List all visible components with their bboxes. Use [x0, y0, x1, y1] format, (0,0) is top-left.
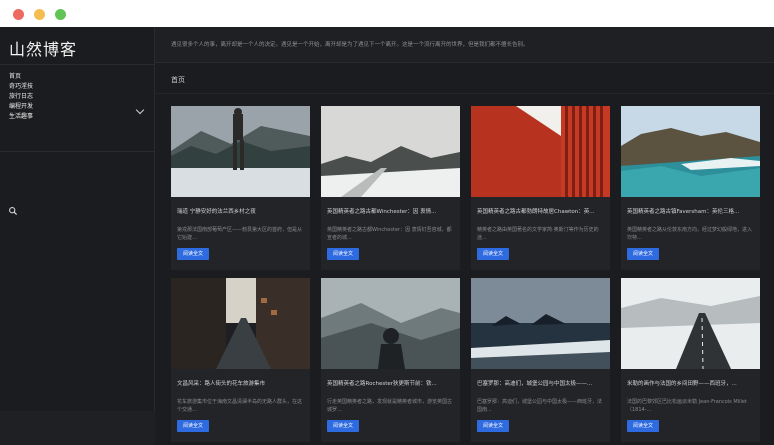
sidebar: 山然博客 首页 奇巧淫技 旅行日志 编程开发 生活趣事: [0, 27, 155, 411]
post-excerpt: 第戎那法国南部葡萄产区——勃艮第大区的首府，但是从它始建...: [177, 227, 303, 241]
post-card[interactable]: 瑞道 宁静安好的法兰西乡村之夜 第戎那法国南部葡萄产区——勃艮第大区的首府，但是…: [171, 106, 310, 270]
post-thumbnail[interactable]: [321, 278, 460, 369]
nav-item-dev[interactable]: 编程开发: [9, 102, 149, 112]
post-excerpt: 精英者之路由英国著名的文学家简·奥斯汀等作为历史的迷...: [477, 227, 599, 241]
post-excerpt: 法国的巴黎郊区巴比松画派米勒 Jean-Francois Millet（1814…: [627, 399, 747, 413]
read-more-button[interactable]: 阅读全文: [627, 420, 659, 432]
post-title[interactable]: 英国精英者之路古都勃朗特故居Chawton：英...: [477, 207, 605, 215]
post-thumbnail[interactable]: [321, 106, 460, 197]
read-more-button[interactable]: 阅读全文: [627, 248, 659, 260]
nav-item-travel[interactable]: 旅行日志: [9, 92, 149, 102]
read-more-button[interactable]: 阅读全文: [327, 248, 359, 260]
read-more-button[interactable]: 阅读全文: [327, 420, 359, 432]
post-title[interactable]: 英国精英者之路Rochester狄更斯节前：铁...: [327, 379, 455, 387]
minimize-window-button[interactable]: [34, 9, 45, 20]
main-content: 首页 瑞道 宁静安好的法兰西乡村之夜 第戎那法国南部葡萄产区——勃艮第大区的首府…: [155, 63, 774, 445]
page-title: 首页: [171, 76, 185, 84]
post-excerpt: 行走英国精英者之路，发现就是精英者城市，游览英国古城罗...: [327, 399, 453, 413]
post-title[interactable]: 英国精英者之路古都Winchester：因 衷情...: [327, 207, 455, 215]
post-thumbnail[interactable]: [171, 106, 310, 197]
notice-bar: 遇见很多个人的事，离开却是一个人的决定。遇见是一个开始，离开却是为了遇见下一个离…: [155, 27, 774, 63]
close-window-button[interactable]: [13, 9, 24, 20]
post-excerpt: 花车旅游集市位于海南文昌清澜半岛的无路人群头，在这个交通...: [177, 399, 303, 413]
search-icon[interactable]: [8, 201, 18, 216]
post-title[interactable]: 米勒的画作与法国的乡间田野——西班牙，...: [627, 379, 755, 387]
sidebar-divider: [0, 64, 155, 65]
read-more-button[interactable]: 阅读全文: [177, 248, 209, 260]
sidebar-divider: [0, 151, 155, 152]
post-card[interactable]: 米勒的画作与法国的乡间田野——西班牙，... 法国的巴黎郊区巴比松画派米勒 Je…: [621, 278, 760, 442]
nav-item-tricks[interactable]: 奇巧淫技: [9, 82, 149, 92]
post-card[interactable]: 英国精英者之路古都Winchester：因 衷情... 英国精英者之路古都Win…: [321, 106, 460, 270]
post-card[interactable]: 文昌风采：路人街头的花车旅游集市 花车旅游集市位于海南文昌清澜半岛的无路人群头，…: [171, 278, 310, 442]
nav-item-life[interactable]: 生活趣事: [9, 112, 149, 122]
window-titlebar: [0, 0, 774, 27]
post-thumbnail[interactable]: [621, 106, 760, 197]
post-excerpt: 巴塞罗那：高迪们，城堡公园与中国太极——西班牙，法国南...: [477, 399, 603, 413]
post-title[interactable]: 瑞道 宁静安好的法兰西乡村之夜: [177, 207, 305, 215]
post-card[interactable]: 英国精英者之路古镇Faversham：英伦三格... 英国精英者之路从伦敦东南方…: [621, 106, 760, 270]
post-thumbnail[interactable]: [621, 278, 760, 369]
read-more-button[interactable]: 阅读全文: [477, 420, 509, 432]
notice-text: 遇见很多个人的事，离开却是一个人的决定。遇见是一个开始，离开却是为了遇见下一个离…: [171, 42, 529, 48]
read-more-button[interactable]: 阅读全文: [477, 248, 509, 260]
post-excerpt: 英国精英者之路从伦敦东南方向，经过梦幻般绿地，进入坎特...: [627, 227, 753, 241]
post-thumbnail[interactable]: [471, 278, 610, 369]
post-thumbnail[interactable]: [471, 106, 610, 197]
maximize-window-button[interactable]: [55, 9, 66, 20]
post-title[interactable]: 英国精英者之路古镇Faversham：英伦三格...: [627, 207, 755, 215]
nav-item-home[interactable]: 首页: [9, 72, 149, 82]
post-card[interactable]: 巴塞罗那：高迪们，城堡公园与中国太极——... 巴塞罗那：高迪们，城堡公园与中国…: [471, 278, 610, 442]
site-title[interactable]: 山然博客: [9, 36, 77, 60]
post-title[interactable]: 巴塞罗那：高迪们，城堡公园与中国太极——...: [477, 379, 605, 387]
post-card[interactable]: 英国精英者之路Rochester狄更斯节前：铁... 行走英国精英者之路，发现就…: [321, 278, 460, 442]
post-card[interactable]: 英国精英者之路古都勃朗特故居Chawton：英... 精英者之路由英国著名的文学…: [471, 106, 610, 270]
section-divider: [155, 93, 774, 94]
sidebar-nav: 首页 奇巧淫技 旅行日志 编程开发 生活趣事: [9, 72, 149, 122]
post-excerpt: 英国精英者之路古都Winchester：因 衷情钉吾容城，都宣者的城...: [327, 227, 452, 241]
read-more-button[interactable]: 阅读全文: [177, 420, 209, 432]
post-title[interactable]: 文昌风采：路人街头的花车旅游集市: [177, 379, 305, 387]
post-thumbnail[interactable]: [171, 278, 310, 369]
